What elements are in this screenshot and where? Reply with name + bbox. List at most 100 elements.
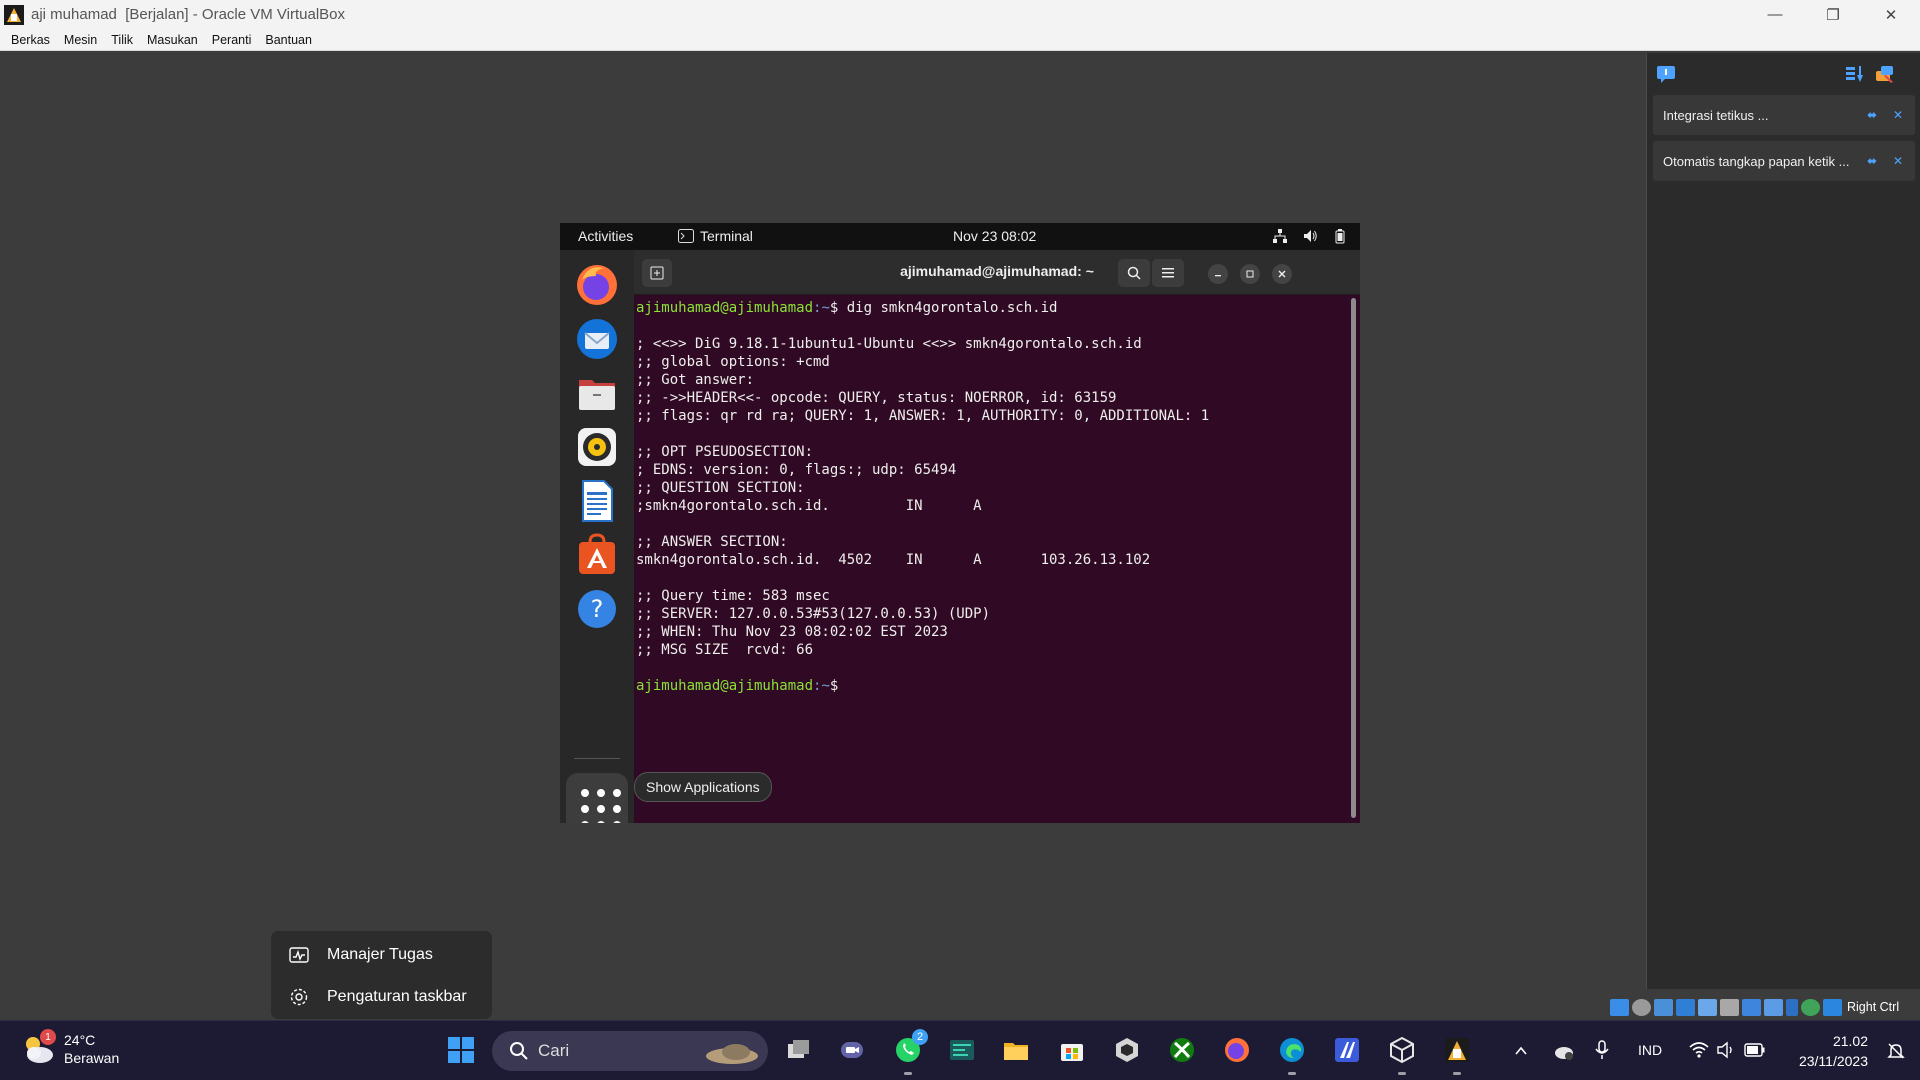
system-tray[interactable]: [1272, 228, 1348, 244]
ide-icon[interactable]: [1331, 1034, 1363, 1066]
show-applications-tooltip: Show Applications: [634, 772, 772, 802]
files-icon[interactable]: [572, 368, 622, 418]
edge-icon[interactable]: [1276, 1034, 1308, 1066]
virtualbox-titlebar: aji muhamad [Berjalan] - Oracle VM Virtu…: [0, 0, 1920, 29]
unity-hub-icon[interactable]: [1111, 1034, 1143, 1066]
code-editor-icon[interactable]: [946, 1034, 978, 1066]
taskbar-search[interactable]: Cari: [492, 1031, 768, 1071]
virtualbox-vm-icon[interactable]: [1441, 1034, 1473, 1066]
display-icon[interactable]: [1742, 998, 1761, 1016]
terminal-close-button[interactable]: [1272, 264, 1292, 284]
battery-icon[interactable]: [1744, 1042, 1766, 1058]
speaker-icon[interactable]: [1716, 1040, 1736, 1060]
show-applications-button[interactable]: [566, 773, 628, 823]
close-icon[interactable]: ✕: [1889, 152, 1907, 170]
hard-disk-icon[interactable]: [1610, 998, 1629, 1016]
firefox-icon[interactable]: [572, 260, 622, 310]
minimize-icon: [1215, 275, 1221, 277]
virtualbox-taskbar-icon[interactable]: [1386, 1034, 1418, 1066]
menu-item-taskbar-settings[interactable]: Pengaturan taskbar: [271, 977, 494, 1017]
activities-button[interactable]: Activities: [578, 228, 633, 244]
command-text: dig smkn4gorontalo.sch.id: [846, 300, 1058, 316]
writer-icon[interactable]: [572, 476, 622, 526]
minimize-button[interactable]: —: [1746, 0, 1804, 29]
usb-icon[interactable]: [1698, 998, 1717, 1016]
teams-chat-icon[interactable]: [836, 1034, 868, 1066]
keyboard-capture-icon[interactable]: [1823, 998, 1842, 1016]
menu-bantuan[interactable]: Bantuan: [258, 33, 319, 47]
vm-display[interactable]: Activities Terminal Nov 23 08:02 ? ajimu…: [560, 223, 1360, 823]
help-icon[interactable]: ?: [572, 584, 622, 634]
prompt-user: ajimuhamad@ajimuhamad: [636, 678, 814, 694]
svg-text:?: ?: [591, 595, 604, 623]
terminal-scrollbar[interactable]: [1351, 298, 1356, 818]
xbox-icon[interactable]: [1166, 1034, 1198, 1066]
output-line: ; <<>> DiG 9.18.1-1ubuntu1-Ubuntu <<>> s…: [636, 336, 1142, 352]
firefox-taskbar-icon[interactable]: [1221, 1034, 1253, 1066]
pin-icon[interactable]: ⬌: [1863, 152, 1881, 170]
battery-icon: [1335, 229, 1345, 244]
file-explorer-icon[interactable]: [1000, 1034, 1032, 1066]
search-icon: [1127, 266, 1141, 280]
thunderbird-icon[interactable]: [572, 314, 622, 364]
menu-button[interactable]: [1152, 259, 1184, 287]
weather-widget[interactable]: 1 24°C Berawan: [20, 1029, 119, 1067]
maximize-button[interactable]: ❐: [1804, 0, 1862, 29]
optical-drive-icon[interactable]: [1632, 998, 1651, 1016]
close-icon: [1278, 270, 1286, 278]
close-button[interactable]: ✕: [1862, 0, 1920, 29]
weather-alert-badge: 1: [40, 1029, 56, 1045]
clock-date: 23/11/2023: [1798, 1053, 1868, 1069]
terminal-window[interactable]: ajimuhamad@ajimuhamad: ~ ajimuhamad@ajim…: [634, 250, 1360, 823]
close-icon[interactable]: ✕: [1889, 106, 1907, 124]
menu-peranti[interactable]: Peranti: [205, 33, 259, 47]
clear-notifications-icon[interactable]: [1873, 63, 1895, 85]
network-icon[interactable]: [1676, 998, 1695, 1016]
pin-icon[interactable]: ⬌: [1863, 106, 1881, 124]
language-indicator[interactable]: IND: [1638, 1042, 1662, 1058]
sort-notifications-icon[interactable]: [1843, 63, 1865, 85]
terminal-minimize-button[interactable]: [1208, 264, 1228, 284]
taskbar-context-menu: Manajer Tugas Pengaturan taskbar: [270, 930, 493, 1020]
onedrive-icon[interactable]: [1552, 1041, 1574, 1061]
notification-bell-icon[interactable]: [1886, 1041, 1906, 1061]
output-line: ;; OPT PSEUDOSECTION:: [636, 444, 814, 460]
output-line: ;; flags: qr rd ra; QUERY: 1, ANSWER: 1,…: [636, 408, 1210, 424]
app-menu[interactable]: Terminal: [678, 228, 753, 244]
output-line: smkn4gorontalo.sch.id. 4502 IN A 103.26.…: [636, 552, 1151, 568]
recording-icon[interactable]: [1764, 998, 1783, 1016]
notification-label: Integrasi tetikus ...: [1663, 107, 1769, 123]
mouse-integration-icon[interactable]: [1801, 998, 1820, 1016]
menu-berkas[interactable]: Berkas: [4, 33, 57, 47]
wifi-icon[interactable]: [1688, 1040, 1710, 1060]
rhythmbox-icon[interactable]: [572, 422, 622, 472]
microsoft-store-icon[interactable]: [1056, 1034, 1088, 1066]
notification-center-icon[interactable]: [1655, 63, 1677, 85]
microphone-icon[interactable]: [1594, 1039, 1610, 1061]
notification-mouse-integration[interactable]: Integrasi tetikus ... ⬌ ✕: [1653, 95, 1915, 135]
app-menu-label: Terminal: [700, 228, 753, 244]
host-key-label: Right Ctrl: [1847, 1000, 1900, 1014]
terminal-icon: [678, 229, 694, 243]
terminal-output[interactable]: ajimuhamad@ajimuhamad:~$ dig smkn4goront…: [634, 296, 1360, 698]
chevron-up-icon[interactable]: [1513, 1043, 1529, 1059]
gnome-clock[interactable]: Nov 23 08:02: [953, 228, 1036, 244]
audio-icon[interactable]: [1654, 998, 1673, 1016]
restore-icon: [1246, 270, 1254, 278]
terminal-maximize-button[interactable]: [1240, 264, 1260, 284]
system-clock[interactable]: 21.02 23/11/2023: [1799, 1031, 1868, 1071]
clock-time: 21.02: [1832, 1033, 1868, 1049]
output-line: ;; QUESTION SECTION:: [636, 480, 805, 496]
output-line: ;smkn4gorontalo.sch.id. IN A: [636, 498, 982, 514]
menu-mesin[interactable]: Mesin: [57, 33, 104, 47]
start-button[interactable]: [445, 1034, 477, 1066]
cpu-icon[interactable]: [1786, 998, 1798, 1016]
menu-item-task-manager[interactable]: Manajer Tugas: [271, 935, 494, 975]
app-center-icon[interactable]: [572, 530, 622, 580]
shared-folders-icon[interactable]: [1720, 998, 1739, 1016]
search-button[interactable]: [1118, 259, 1150, 287]
menu-tilik[interactable]: Tilik: [104, 33, 140, 47]
task-view-icon[interactable]: [782, 1034, 814, 1066]
menu-masukan[interactable]: Masukan: [140, 33, 205, 47]
notification-keyboard-capture[interactable]: Otomatis tangkap papan ketik ... ⬌ ✕: [1653, 141, 1915, 181]
